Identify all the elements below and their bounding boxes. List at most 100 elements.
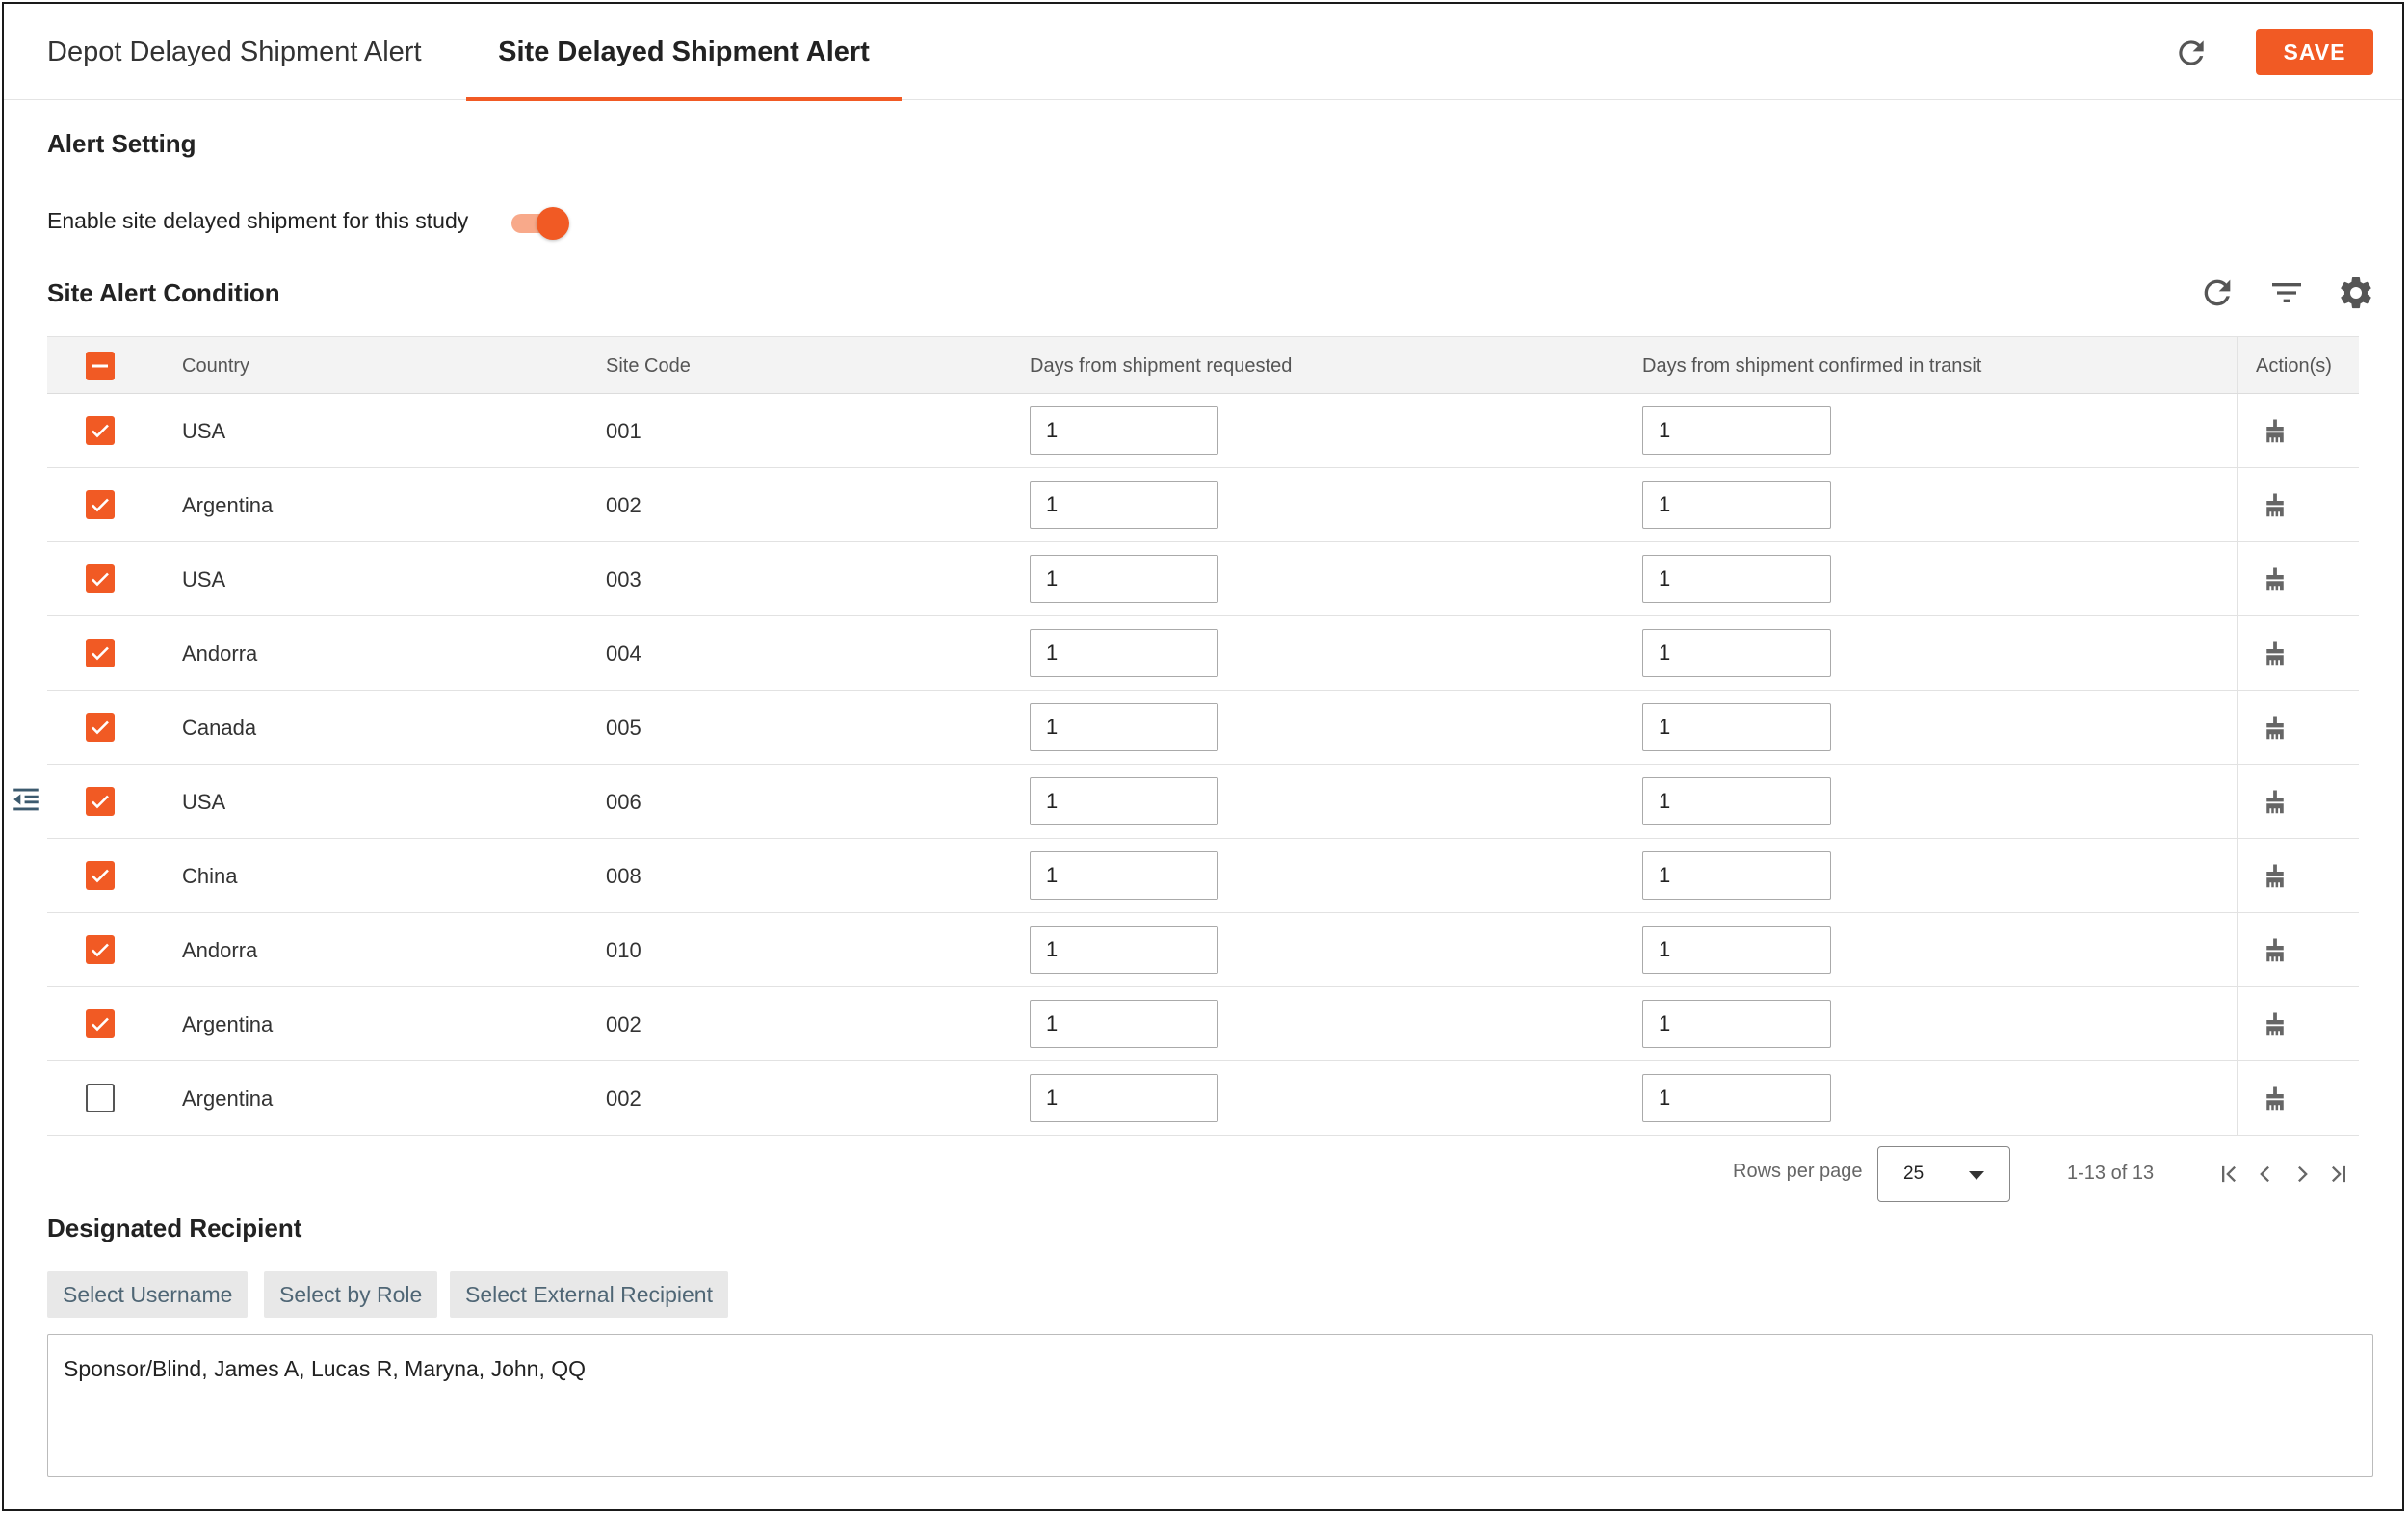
table-row: Argentina 002: [47, 468, 2359, 542]
table-row: USA 001: [47, 394, 2359, 468]
days-requested-input[interactable]: [1030, 406, 1218, 455]
checkmark-icon: [92, 943, 109, 957]
clear-brush-icon[interactable]: [2261, 565, 2290, 594]
days-requested-input[interactable]: [1030, 481, 1218, 529]
row-checkbox[interactable]: [86, 787, 115, 816]
select-username-button[interactable]: Select Username: [47, 1271, 249, 1318]
site-code-cell: 008: [606, 864, 641, 888]
clear-brush-icon[interactable]: [2261, 1085, 2290, 1113]
site-code-cell: 010: [606, 938, 641, 962]
clear-brush-icon[interactable]: [2261, 640, 2290, 668]
clear-brush-icon[interactable]: [2261, 491, 2290, 520]
days-transit-input[interactable]: [1642, 1000, 1831, 1048]
rows-per-page-label: Rows per page: [1733, 1161, 1863, 1182]
site-code-cell: 002: [606, 493, 641, 517]
clear-brush-icon[interactable]: [2261, 417, 2290, 446]
days-requested-input[interactable]: [1030, 629, 1218, 677]
next-page-icon[interactable]: [2289, 1160, 2316, 1189]
site-code-cell: 003: [606, 567, 641, 591]
country-cell: China: [182, 864, 238, 888]
side-panel-toggle-icon[interactable]: [10, 782, 42, 817]
clear-brush-icon[interactable]: [2261, 1010, 2290, 1039]
tab-depot-delayed-shipment-alert[interactable]: Depot Delayed Shipment Alert: [47, 4, 422, 100]
clear-brush-icon[interactable]: [2261, 936, 2290, 965]
table-row: USA 003: [47, 542, 2359, 616]
site-code-cell: 001: [606, 419, 641, 443]
days-transit-input[interactable]: [1642, 851, 1831, 900]
enable-toggle[interactable]: [510, 206, 569, 240]
indeterminate-icon: [92, 364, 108, 368]
clear-brush-icon[interactable]: [2261, 862, 2290, 891]
days-requested-input[interactable]: [1030, 703, 1218, 751]
checkmark-icon: [92, 869, 109, 883]
page-range: 1-13 of 13: [2067, 1163, 2155, 1184]
rows-per-page-select[interactable]: 25: [1877, 1146, 2010, 1202]
days-requested-input[interactable]: [1030, 1074, 1218, 1122]
column-header-days-requested[interactable]: Days from shipment requested: [1030, 337, 1292, 395]
row-checkbox[interactable]: [86, 490, 115, 519]
clear-brush-icon[interactable]: [2261, 788, 2290, 817]
table-refresh-icon[interactable]: [2198, 274, 2237, 312]
days-transit-input[interactable]: [1642, 777, 1831, 825]
days-transit-input[interactable]: [1642, 703, 1831, 751]
table-row: Andorra 010: [47, 913, 2359, 987]
site-code-cell: 002: [606, 1012, 641, 1036]
checkmark-icon: [92, 498, 109, 512]
days-requested-input[interactable]: [1030, 777, 1218, 825]
refresh-icon[interactable]: [2173, 35, 2210, 71]
app-window: Depot Delayed Shipment Alert Site Delaye…: [2, 2, 2404, 1511]
actions-divider: [2237, 542, 2238, 615]
days-transit-input[interactable]: [1642, 1074, 1831, 1122]
first-page-icon[interactable]: [2215, 1160, 2242, 1189]
row-checkbox[interactable]: [86, 1084, 115, 1112]
row-checkbox[interactable]: [86, 713, 115, 742]
designated-recipient-title: Designated Recipient: [47, 1214, 302, 1242]
days-transit-input[interactable]: [1642, 555, 1831, 603]
actions-divider: [2237, 839, 2238, 912]
actions-divider: [2237, 691, 2238, 764]
row-checkbox[interactable]: [86, 1009, 115, 1038]
column-header-days-transit[interactable]: Days from shipment confirmed in transit: [1642, 337, 1981, 395]
days-transit-input[interactable]: [1642, 406, 1831, 455]
days-requested-input[interactable]: [1030, 851, 1218, 900]
caret-down-icon: [1969, 1171, 1984, 1180]
tab-bar: Depot Delayed Shipment Alert Site Delaye…: [4, 4, 2402, 101]
table-header: Country Site Code Days from shipment req…: [47, 336, 2359, 394]
row-checkbox[interactable]: [86, 639, 115, 667]
save-button[interactable]: SAVE: [2256, 29, 2373, 75]
select-external-recipient-button[interactable]: Select External Recipient: [450, 1271, 728, 1318]
select-all-checkbox[interactable]: [86, 352, 115, 380]
site-code-cell: 002: [606, 1086, 641, 1111]
select-by-role-button[interactable]: Select by Role: [264, 1271, 438, 1318]
filter-icon[interactable]: [2267, 274, 2306, 312]
days-transit-input[interactable]: [1642, 481, 1831, 529]
table-row: Canada 005: [47, 691, 2359, 765]
site-code-cell: 005: [606, 716, 641, 740]
days-requested-input[interactable]: [1030, 555, 1218, 603]
country-cell: Argentina: [182, 1012, 274, 1036]
enable-label: Enable site delayed shipment for this st…: [47, 208, 469, 233]
column-header-country[interactable]: Country: [182, 337, 249, 395]
clear-brush-icon[interactable]: [2261, 714, 2290, 743]
days-requested-input[interactable]: [1030, 926, 1218, 974]
table-row: China 008: [47, 839, 2359, 913]
tab-site-delayed-shipment-alert[interactable]: Site Delayed Shipment Alert: [466, 4, 902, 101]
table-body: USA 001 Argentina 002 USA 003 Andorra 004 Canada…: [47, 394, 2359, 1136]
last-page-icon[interactable]: [2325, 1160, 2352, 1189]
row-checkbox[interactable]: [86, 564, 115, 593]
days-requested-input[interactable]: [1030, 1000, 1218, 1048]
previous-page-icon[interactable]: [2252, 1160, 2279, 1189]
site-code-cell: 006: [606, 790, 641, 814]
country-cell: USA: [182, 567, 226, 591]
days-transit-input[interactable]: [1642, 926, 1831, 974]
actions-divider: [2237, 616, 2238, 690]
recipient-list-field[interactable]: Sponsor/Blind, James A, Lucas R, Maryna,…: [47, 1334, 2373, 1477]
gear-icon[interactable]: [2337, 274, 2375, 312]
row-checkbox[interactable]: [86, 416, 115, 445]
country-cell: Argentina: [182, 493, 274, 517]
column-header-site-code[interactable]: Site Code: [606, 337, 691, 395]
row-checkbox[interactable]: [86, 861, 115, 890]
country-cell: Andorra: [182, 641, 258, 666]
days-transit-input[interactable]: [1642, 629, 1831, 677]
row-checkbox[interactable]: [86, 935, 115, 964]
